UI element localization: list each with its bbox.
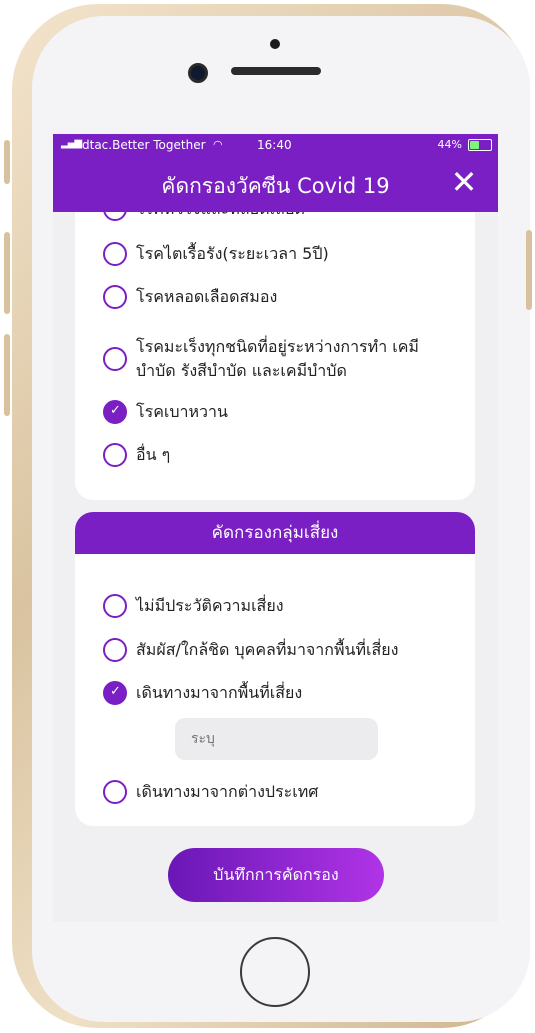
option-label: โรคมะเร็งทุกชนิดที่อยู่ระหว่างการทำ เคมี… [136, 337, 419, 380]
earpiece-speaker [231, 67, 321, 75]
option-label: โรคเบาหวาน [136, 402, 228, 421]
option-label: เดินทางมาจากพื้นที่เสี่ยง [136, 683, 303, 702]
option-other[interactable]: อื่น ๆ [103, 440, 170, 470]
radio-checked-icon[interactable] [103, 400, 127, 424]
radio-icon[interactable] [103, 638, 127, 662]
power-button [526, 230, 532, 310]
option-label: โรคไตเรื้อรัง(ระยะเวลา 5ปี) [136, 244, 329, 263]
radio-checked-icon[interactable] [103, 681, 127, 705]
screen: โรคหัวใจและหลอดเลือด โรคไตเรื้อรัง(ระยะเ… [53, 134, 498, 922]
status-bar: ▂▄▆ dtac.Better Together ◠ 16:40 44% [53, 134, 498, 156]
option-label: ไม่มีประวัติความเสี่ยง [136, 596, 284, 615]
sensor-dot [270, 39, 280, 49]
option-travel-abroad[interactable]: เดินทางมาจากต่างประเทศ [103, 777, 318, 807]
front-camera [188, 63, 208, 83]
radio-icon[interactable] [103, 285, 127, 309]
radio-icon[interactable] [103, 594, 127, 618]
specify-input[interactable] [175, 718, 378, 760]
carrier-name: dtac.Better Together [82, 138, 206, 152]
option-no-risk[interactable]: ไม่มีประวัติความเสี่ยง [103, 591, 284, 621]
battery-level-fill [470, 141, 479, 149]
app-header: คัดกรองวัคซีน Covid 19 ✕ [53, 156, 498, 212]
wifi-icon: ◠ [213, 138, 223, 151]
option-label: เดินทางมาจากต่างประเทศ [136, 782, 319, 801]
option-contact-risk[interactable]: สัมผัส/ใกล้ชิด บุคคลที่มาจากพื้นที่เสี่ย… [103, 635, 398, 665]
volume-down-button [4, 334, 10, 416]
save-screening-button[interactable]: บันทึกการคัดกรอง [168, 848, 384, 902]
close-icon[interactable]: ✕ [448, 164, 480, 200]
option-label: สัมผัส/ใกล้ชิด บุคคลที่มาจากพื้นที่เสี่ย… [136, 640, 399, 659]
mute-switch [4, 140, 10, 184]
battery-percent: 44% [437, 138, 462, 151]
option-diabetes[interactable]: โรคเบาหวาน [103, 397, 228, 427]
option-kidney-disease[interactable]: โรคไตเรื้อรัง(ระยะเวลา 5ปี) [103, 239, 329, 269]
page-title: คัดกรองวัคซีน Covid 19 [161, 174, 390, 198]
home-button[interactable] [240, 937, 310, 1007]
option-label: โรคหลอดเลือดสมอง [136, 287, 278, 306]
risk-group-title: คัดกรองกลุ่มเสี่ยง [75, 512, 475, 554]
signal-icon: ▂▄▆ [61, 138, 82, 149]
volume-up-button [4, 232, 10, 314]
battery-icon [468, 139, 492, 151]
disease-card: โรคหัวใจและหลอดเลือด โรคไตเรื้อรัง(ระยะเ… [75, 197, 475, 500]
option-stroke[interactable]: โรคหลอดเลือดสมอง [103, 282, 277, 312]
option-label: อื่น ๆ [136, 445, 171, 464]
risk-group-card: คัดกรองกลุ่มเสี่ยง ไม่มีประวัติความเสี่ย… [75, 512, 475, 826]
option-cancer[interactable]: โรคมะเร็งทุกชนิดที่อยู่ระหว่างการทำ เคมี… [103, 334, 446, 384]
radio-icon[interactable] [103, 443, 127, 467]
radio-icon[interactable] [103, 347, 127, 371]
radio-icon[interactable] [103, 242, 127, 266]
clock: 16:40 [257, 138, 292, 152]
option-travel-risk-area[interactable]: เดินทางมาจากพื้นที่เสี่ยง [103, 678, 302, 708]
radio-icon[interactable] [103, 780, 127, 804]
